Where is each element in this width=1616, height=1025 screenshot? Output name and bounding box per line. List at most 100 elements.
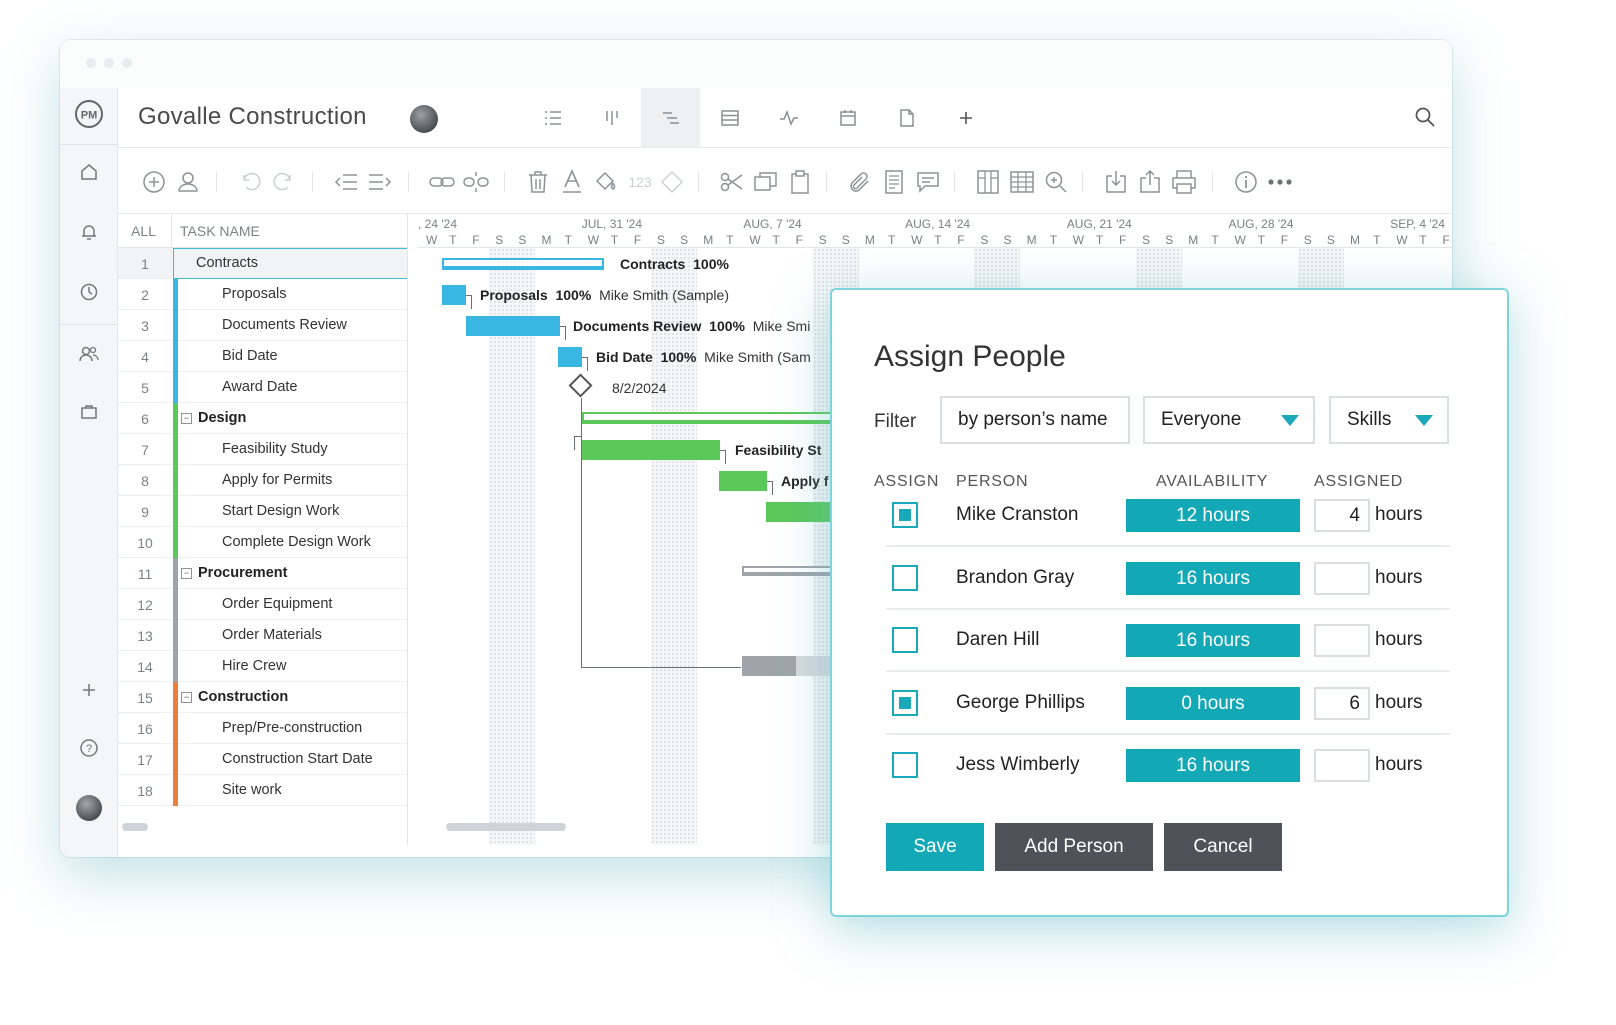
milestone-icon[interactable] bbox=[658, 168, 686, 196]
contracts-summary-bar[interactable] bbox=[442, 258, 604, 270]
window-close-dot[interactable] bbox=[86, 58, 96, 68]
pm-logo-icon[interactable]: PM bbox=[73, 98, 105, 130]
assign-checkbox[interactable] bbox=[892, 502, 918, 528]
apply-permits-bar[interactable] bbox=[719, 471, 767, 491]
collapse-icon[interactable]: − bbox=[181, 413, 192, 424]
table-row[interactable]: 13 Order Materials bbox=[118, 620, 407, 651]
print-icon[interactable] bbox=[1170, 168, 1198, 196]
assign-checkbox[interactable] bbox=[892, 689, 918, 716]
table-row[interactable]: 5 Award Date bbox=[118, 372, 407, 403]
assigned-hours-input[interactable]: 6 bbox=[1314, 686, 1370, 720]
window-zoom-dot[interactable] bbox=[122, 58, 132, 68]
save-button[interactable]: Save bbox=[886, 823, 984, 871]
procurement-summary-bar[interactable] bbox=[742, 566, 842, 576]
award-date-milestone[interactable] bbox=[568, 373, 593, 398]
trash-icon[interactable] bbox=[524, 168, 552, 196]
table-row[interactable]: 17 Construction Start Date bbox=[118, 744, 407, 775]
table-row[interactable]: 4 Bid Date bbox=[118, 341, 407, 372]
sheet-view-icon[interactable] bbox=[700, 88, 759, 147]
zoom-icon[interactable] bbox=[1042, 168, 1070, 196]
grid-scrollbar[interactable] bbox=[122, 823, 148, 831]
table-row[interactable]: 12 Order Equipment bbox=[118, 589, 407, 620]
more-icon[interactable] bbox=[1266, 168, 1294, 196]
cut-icon[interactable] bbox=[718, 168, 746, 196]
skills-select[interactable]: Skills bbox=[1329, 396, 1449, 444]
gantt-view-icon[interactable] bbox=[641, 88, 700, 147]
notifications-icon[interactable] bbox=[73, 216, 105, 248]
column-task-name[interactable]: TASK NAME bbox=[180, 223, 260, 239]
person-name-search-input[interactable]: by person’s name bbox=[940, 396, 1130, 444]
table-row[interactable]: 2 Proposals bbox=[118, 279, 407, 310]
assigned-hours-input[interactable]: 4 bbox=[1314, 499, 1370, 532]
task-name[interactable]: Hire Crew bbox=[222, 658, 286, 674]
assigned-hours-input[interactable] bbox=[1314, 624, 1370, 658]
assign-checkbox[interactable] bbox=[892, 752, 918, 779]
gantt-scrollbar[interactable] bbox=[446, 823, 566, 831]
assigned-hours-input[interactable] bbox=[1314, 561, 1370, 595]
text-color-icon[interactable] bbox=[558, 168, 586, 196]
task-name[interactable]: Procurement bbox=[198, 565, 287, 581]
table-row[interactable]: 16 Prep/Pre-construction bbox=[118, 713, 407, 744]
info-icon[interactable] bbox=[1232, 168, 1260, 196]
import-icon[interactable] bbox=[1102, 168, 1130, 196]
collapse-icon[interactable]: − bbox=[181, 568, 192, 579]
table-row[interactable]: 14 Hire Crew bbox=[118, 651, 407, 682]
time-icon[interactable] bbox=[73, 276, 105, 308]
cancel-button[interactable]: Cancel bbox=[1164, 823, 1282, 871]
table-row[interactable]: 15 − Construction bbox=[118, 682, 407, 713]
indent-icon[interactable] bbox=[366, 168, 394, 196]
task-name[interactable]: Apply for Permits bbox=[222, 472, 332, 488]
board-view-icon[interactable] bbox=[582, 88, 641, 147]
fill-color-icon[interactable] bbox=[592, 168, 620, 196]
task-name[interactable]: Construction Start Date bbox=[222, 751, 373, 767]
add-icon[interactable] bbox=[73, 674, 105, 706]
team-icon[interactable] bbox=[73, 338, 105, 370]
assigned-hours-input[interactable] bbox=[1314, 749, 1370, 783]
number-format-icon[interactable]: 123 bbox=[626, 168, 654, 196]
table-row[interactable]: 1 Contracts bbox=[118, 248, 407, 279]
table-row[interactable]: 18 Site work bbox=[118, 775, 407, 806]
link-icon[interactable] bbox=[428, 168, 456, 196]
table-row[interactable]: 11 − Procurement bbox=[118, 558, 407, 589]
window-minimize-dot[interactable] bbox=[104, 58, 114, 68]
table-row[interactable]: 9 Start Design Work bbox=[118, 496, 407, 527]
table-row[interactable]: 6 − Design bbox=[118, 403, 407, 434]
grid-icon[interactable] bbox=[1008, 168, 1036, 196]
task-name[interactable]: Documents Review bbox=[222, 317, 347, 333]
notes-icon[interactable] bbox=[880, 168, 908, 196]
table-row[interactable]: 10 Complete Design Work bbox=[118, 527, 407, 558]
help-icon[interactable]: ? bbox=[73, 732, 105, 764]
comment-icon[interactable] bbox=[914, 168, 942, 196]
task-name[interactable]: Site work bbox=[222, 782, 282, 798]
task-name[interactable]: Bid Date bbox=[222, 348, 278, 364]
bid-date-bar[interactable] bbox=[558, 347, 582, 367]
task-name[interactable]: Order Materials bbox=[222, 627, 322, 643]
assign-user-icon[interactable] bbox=[174, 168, 202, 196]
group-select[interactable]: Everyone bbox=[1143, 396, 1315, 444]
copy-icon[interactable] bbox=[752, 168, 780, 196]
export-icon[interactable] bbox=[1136, 168, 1164, 196]
table-row[interactable]: 8 Apply for Permits bbox=[118, 465, 407, 496]
add-view-icon[interactable] bbox=[936, 88, 995, 147]
portfolio-icon[interactable] bbox=[73, 396, 105, 428]
undo-icon[interactable] bbox=[236, 168, 264, 196]
hire-crew-bar[interactable] bbox=[742, 656, 796, 676]
redo-icon[interactable] bbox=[270, 168, 298, 196]
search-icon[interactable] bbox=[1414, 106, 1438, 130]
task-name[interactable]: Design bbox=[198, 410, 246, 426]
project-owner-avatar[interactable] bbox=[410, 105, 438, 133]
table-row[interactable]: 7 Feasibility Study bbox=[118, 434, 407, 465]
task-name[interactable]: Start Design Work bbox=[222, 503, 339, 519]
feasibility-study-bar[interactable] bbox=[582, 440, 720, 460]
attachment-icon[interactable] bbox=[846, 168, 874, 196]
assign-checkbox[interactable] bbox=[892, 564, 918, 591]
task-name[interactable]: Prep/Pre-construction bbox=[222, 720, 362, 736]
assign-checkbox[interactable] bbox=[892, 627, 918, 654]
add-person-button[interactable]: Add Person bbox=[995, 823, 1153, 871]
collapse-icon[interactable]: − bbox=[181, 692, 192, 703]
dashboard-view-icon[interactable] bbox=[759, 88, 818, 147]
list-view-icon[interactable] bbox=[523, 88, 582, 147]
task-name[interactable]: Feasibility Study bbox=[222, 441, 328, 457]
column-all[interactable]: ALL bbox=[131, 223, 156, 239]
unlink-icon[interactable] bbox=[462, 168, 490, 196]
